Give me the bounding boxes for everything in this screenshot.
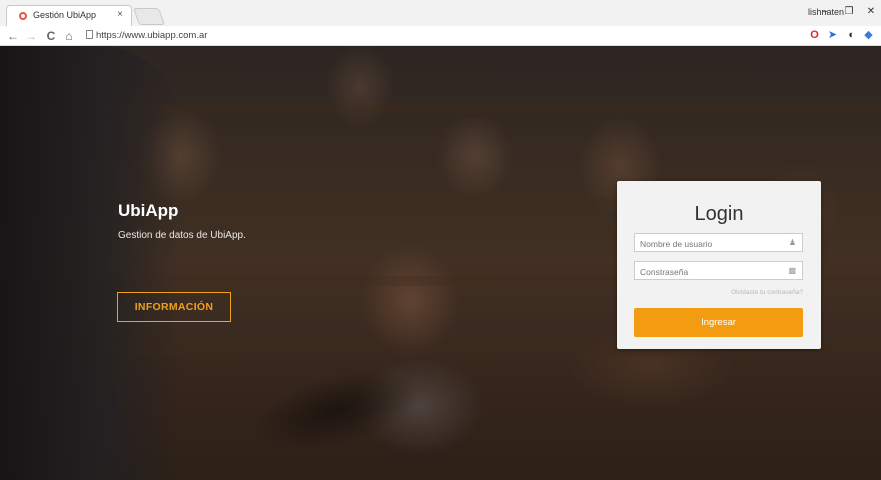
url-field[interactable]: https://www.ubiapp.com.ar [96, 30, 207, 41]
extension-puzzle-icon[interactable]: ◆ [862, 29, 875, 42]
page-background: UbiApp Gestion de datos de UbiApp. INFOR… [0, 46, 881, 480]
login-card: Login ♟ ▩ Olvidaste tu contraseña? Ingre… [617, 181, 821, 349]
close-window-button[interactable]: ✕ [861, 4, 881, 20]
username-field: ♟ [634, 233, 803, 253]
browser-tab[interactable]: Gestión UbiApp × [6, 5, 132, 26]
restore-button[interactable]: ❐ [839, 4, 859, 20]
forward-icon[interactable]: → [24, 28, 38, 44]
tab-strip: Gestión UbiApp × lishnaten – ❐ ✕ [0, 0, 881, 26]
login-title: Login [694, 203, 744, 225]
reload-icon[interactable]: C [44, 28, 58, 44]
tab-title: Gestión UbiApp [33, 10, 97, 20]
new-tab-button[interactable] [132, 8, 166, 25]
opera-icon[interactable]: O [808, 29, 821, 42]
password-field: ▩ [634, 261, 803, 281]
extension-moon-icon[interactable]: ◖ [844, 29, 857, 42]
username-input[interactable] [635, 235, 780, 253]
password-input[interactable] [635, 263, 780, 281]
hero-title: UbiApp [118, 201, 179, 220]
close-tab-icon[interactable]: × [117, 9, 123, 20]
favicon-icon [19, 12, 27, 20]
page-icon [86, 30, 93, 39]
home-icon[interactable]: ⌂ [62, 28, 76, 44]
hero-subtitle: Gestion de datos de UbiApp. [118, 230, 246, 241]
back-icon[interactable]: ← [6, 28, 20, 44]
info-button[interactable]: INFORMACIÓN [117, 292, 231, 322]
forgot-password-link[interactable]: Olvidaste tu contraseña? [731, 289, 803, 296]
lock-icon: ▩ [788, 266, 796, 275]
user-icon: ♟ [788, 238, 796, 247]
address-bar: ← → C ⌂ https://www.ubiapp.com.ar O ➤ ◖ … [0, 26, 881, 46]
login-submit-button[interactable]: Ingresar [634, 308, 803, 337]
extension-arrow-icon[interactable]: ➤ [826, 29, 839, 42]
minimize-button[interactable]: – [815, 4, 835, 20]
